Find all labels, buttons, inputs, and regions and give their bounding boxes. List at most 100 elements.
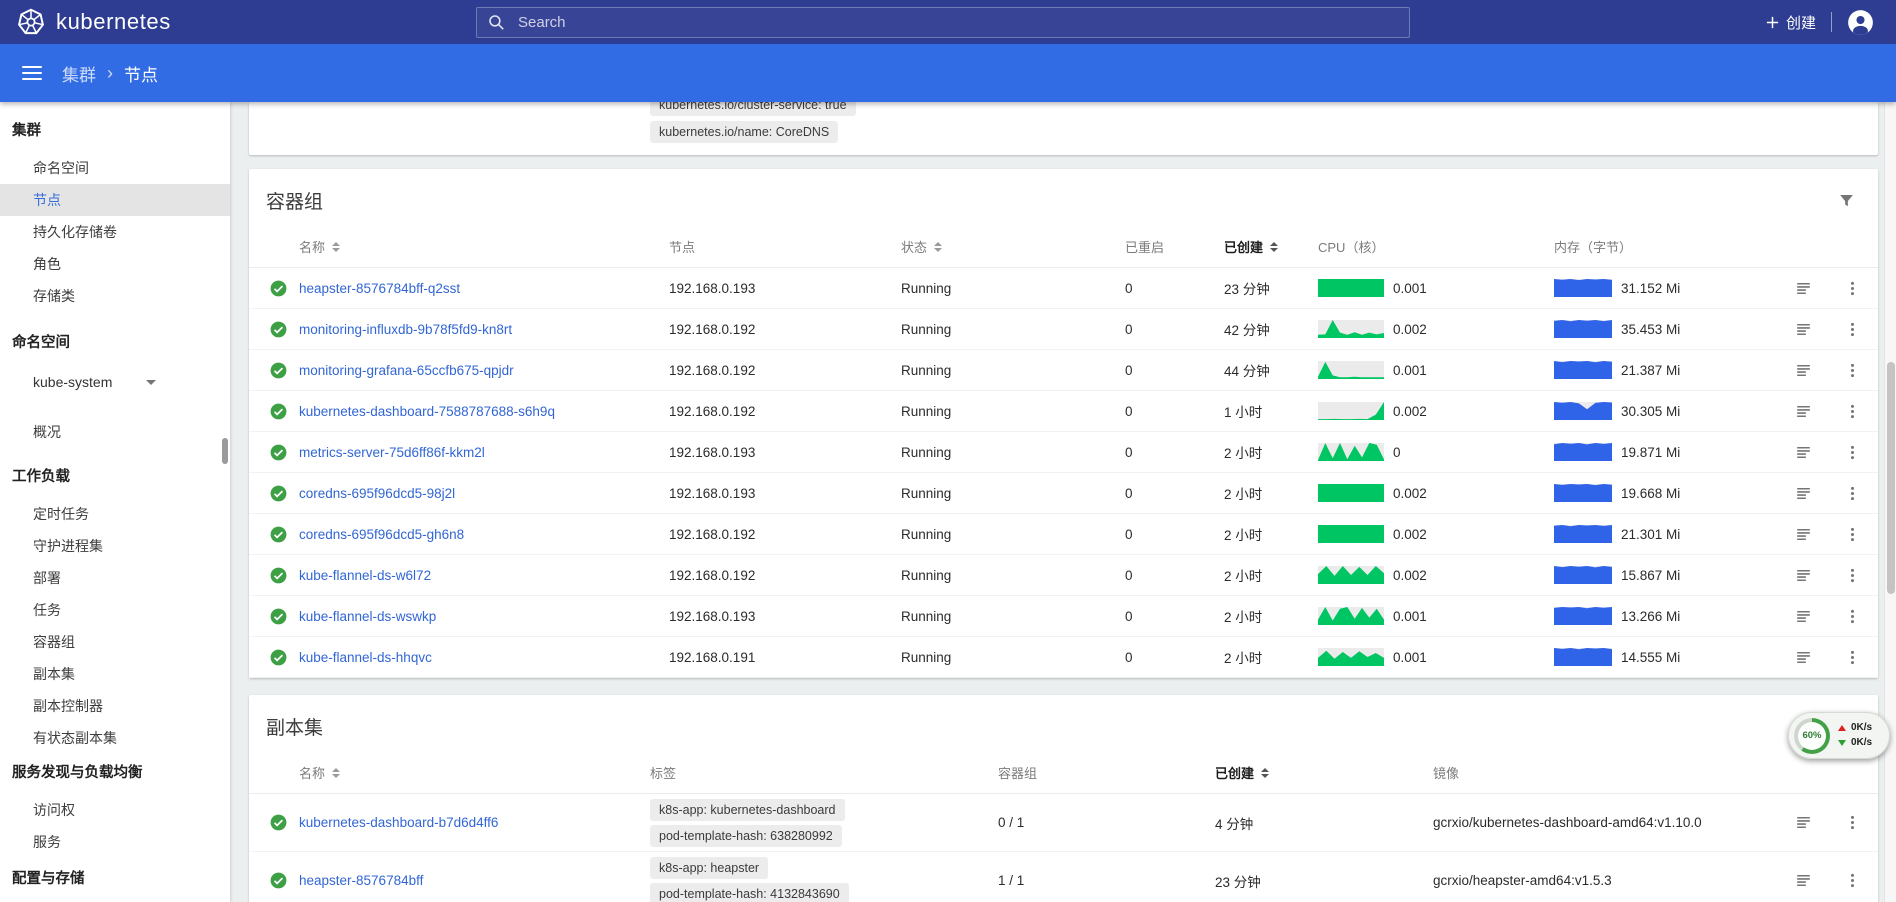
- sidebar-item[interactable]: 部署: [0, 562, 230, 594]
- pod-name-link[interactable]: monitoring-influxdb-9b78f5fd9-kn8rt: [299, 322, 512, 337]
- search-input[interactable]: [518, 14, 1399, 31]
- kebab-menu-icon[interactable]: [1843, 566, 1862, 585]
- sidebar-item[interactable]: 角色: [0, 248, 230, 280]
- sidebar-scrollbar-thumb[interactable]: [222, 438, 228, 464]
- pod-memory-value: 13.266 Mi: [1621, 609, 1680, 624]
- sidebar-item[interactable]: 定时任务: [0, 498, 230, 530]
- sidebar-item[interactable]: 节点: [0, 184, 230, 216]
- sort-arrows-icon: [332, 768, 340, 778]
- logs-icon[interactable]: [1794, 607, 1813, 626]
- kebab-menu-icon[interactable]: [1843, 871, 1862, 890]
- sidebar-item[interactable]: 守护进程集: [0, 530, 230, 562]
- kubernetes-logo-icon: [17, 8, 45, 36]
- status-success-icon: [269, 361, 288, 380]
- sidebar-item[interactable]: 访问权: [0, 794, 230, 826]
- pod-restarts: 0: [1125, 322, 1224, 337]
- kebab-menu-icon[interactable]: [1843, 484, 1862, 503]
- column-header-created[interactable]: 已创建: [1215, 763, 1433, 782]
- kebab-menu-icon[interactable]: [1843, 813, 1862, 832]
- pod-created: 2 小时: [1224, 483, 1318, 503]
- pod-name-link[interactable]: coredns-695f96dcd5-gh6n8: [299, 527, 464, 542]
- kebab-menu-icon[interactable]: [1843, 361, 1862, 380]
- user-account-icon[interactable]: [1847, 9, 1874, 36]
- label-chip: kubernetes.io/cluster-service: true: [650, 102, 856, 116]
- pod-name-link[interactable]: kube-flannel-ds-wswkp: [299, 609, 436, 624]
- sidebar-section-config[interactable]: 配置与存储: [0, 864, 230, 894]
- sidebar-item[interactable]: 存储类: [0, 280, 230, 312]
- breadcrumb-cluster-link[interactable]: 集群: [62, 61, 96, 86]
- pod-name-link[interactable]: kubernetes-dashboard-7588787688-s6h9q: [299, 404, 555, 419]
- scrollbar-thumb[interactable]: [1887, 362, 1895, 594]
- status-success-icon: [269, 566, 288, 585]
- filter-icon[interactable]: [1837, 191, 1856, 210]
- namespace-selector[interactable]: kube-system: [0, 364, 230, 400]
- pod-memory-value: 19.871 Mi: [1621, 445, 1680, 460]
- upload-speed: 0K/s: [1851, 723, 1872, 733]
- pod-cpu-value: 0: [1393, 445, 1401, 460]
- logs-icon[interactable]: [1794, 361, 1813, 380]
- logs-icon[interactable]: [1794, 402, 1813, 421]
- kebab-menu-icon[interactable]: [1843, 525, 1862, 544]
- sidebar-item[interactable]: 任务: [0, 594, 230, 626]
- sidebar-item[interactable]: 有状态副本集: [0, 722, 230, 754]
- column-header-created[interactable]: 已创建: [1224, 237, 1318, 256]
- logs-icon[interactable]: [1794, 871, 1813, 890]
- sidebar-item[interactable]: 持久化存储卷: [0, 216, 230, 248]
- sidebar-item[interactable]: 容器组: [0, 626, 230, 658]
- status-success-icon: [269, 320, 288, 339]
- kebab-menu-icon[interactable]: [1843, 648, 1862, 667]
- pod-name-link[interactable]: metrics-server-75d6ff86f-kkm2l: [299, 445, 485, 460]
- pod-restarts: 0: [1125, 568, 1224, 583]
- pod-row: kubernetes-dashboard-7588787688-s6h9q 19…: [249, 391, 1878, 432]
- pod-node: 192.168.0.193: [669, 445, 901, 460]
- pod-name-link[interactable]: heapster-8576784bff-q2sst: [299, 281, 460, 296]
- sidebar-section-cluster[interactable]: 集群: [0, 116, 230, 146]
- vertical-scrollbar[interactable]: [1884, 102, 1896, 902]
- brand[interactable]: kubernetes: [0, 8, 476, 36]
- sidebar-section-workloads[interactable]: 工作负载: [0, 462, 230, 492]
- system-monitor-widget[interactable]: 60% 0K/s 0K/s: [1788, 712, 1890, 759]
- pod-name-link[interactable]: monitoring-grafana-65ccfb675-qpjdr: [299, 363, 514, 378]
- kebab-menu-icon[interactable]: [1843, 402, 1862, 421]
- sidebar-item[interactable]: 命名空间: [0, 152, 230, 184]
- logs-icon[interactable]: [1794, 813, 1813, 832]
- menu-icon[interactable]: [22, 66, 42, 80]
- replicaset-created: 4 分钟: [1215, 813, 1433, 833]
- pod-name-link[interactable]: kube-flannel-ds-hhqvc: [299, 650, 432, 665]
- logs-icon[interactable]: [1794, 320, 1813, 339]
- kebab-menu-icon[interactable]: [1843, 443, 1862, 462]
- pod-name-link[interactable]: coredns-695f96dcd5-98j2l: [299, 486, 455, 501]
- pod-node: 192.168.0.192: [669, 363, 901, 378]
- kebab-menu-icon[interactable]: [1843, 279, 1862, 298]
- logs-icon[interactable]: [1794, 484, 1813, 503]
- logs-icon[interactable]: [1794, 443, 1813, 462]
- logs-icon[interactable]: [1794, 648, 1813, 667]
- pod-status: Running: [901, 404, 1125, 419]
- cpu-sparkline: [1318, 443, 1384, 461]
- column-header-name[interactable]: 名称: [299, 763, 650, 782]
- create-button[interactable]: 创建: [1765, 12, 1816, 33]
- column-header-status[interactable]: 状态: [901, 237, 1125, 256]
- upload-arrow-icon: [1838, 725, 1846, 731]
- pod-cpu-value: 0.001: [1393, 650, 1427, 665]
- memory-sparkline: [1554, 402, 1612, 420]
- sidebar-item[interactable]: 服务: [0, 826, 230, 858]
- column-header-restarts[interactable]: 已重启: [1125, 237, 1224, 256]
- sidebar-item[interactable]: 副本集: [0, 658, 230, 690]
- sidebar-item[interactable]: 副本控制器: [0, 690, 230, 722]
- pod-name-link[interactable]: kube-flannel-ds-w6l72: [299, 568, 431, 583]
- kebab-menu-icon[interactable]: [1843, 607, 1862, 626]
- column-header-node[interactable]: 节点: [669, 237, 901, 256]
- logs-icon[interactable]: [1794, 525, 1813, 544]
- replicaset-name-link[interactable]: kubernetes-dashboard-b7d6d4ff6: [299, 815, 498, 830]
- search-bar[interactable]: [476, 7, 1410, 38]
- sidebar-section-discovery[interactable]: 服务发现与负载均衡: [0, 758, 230, 788]
- column-header-name[interactable]: 名称: [299, 237, 669, 256]
- kebab-menu-icon[interactable]: [1843, 320, 1862, 339]
- cpu-gauge-value: 60%: [1802, 730, 1821, 741]
- logs-icon[interactable]: [1794, 279, 1813, 298]
- pod-row: kube-flannel-ds-w6l72 192.168.0.192 Runn…: [249, 555, 1878, 596]
- logs-icon[interactable]: [1794, 566, 1813, 585]
- sidebar-item-overview[interactable]: 概况: [0, 416, 230, 448]
- replicaset-name-link[interactable]: heapster-8576784bff: [299, 873, 423, 888]
